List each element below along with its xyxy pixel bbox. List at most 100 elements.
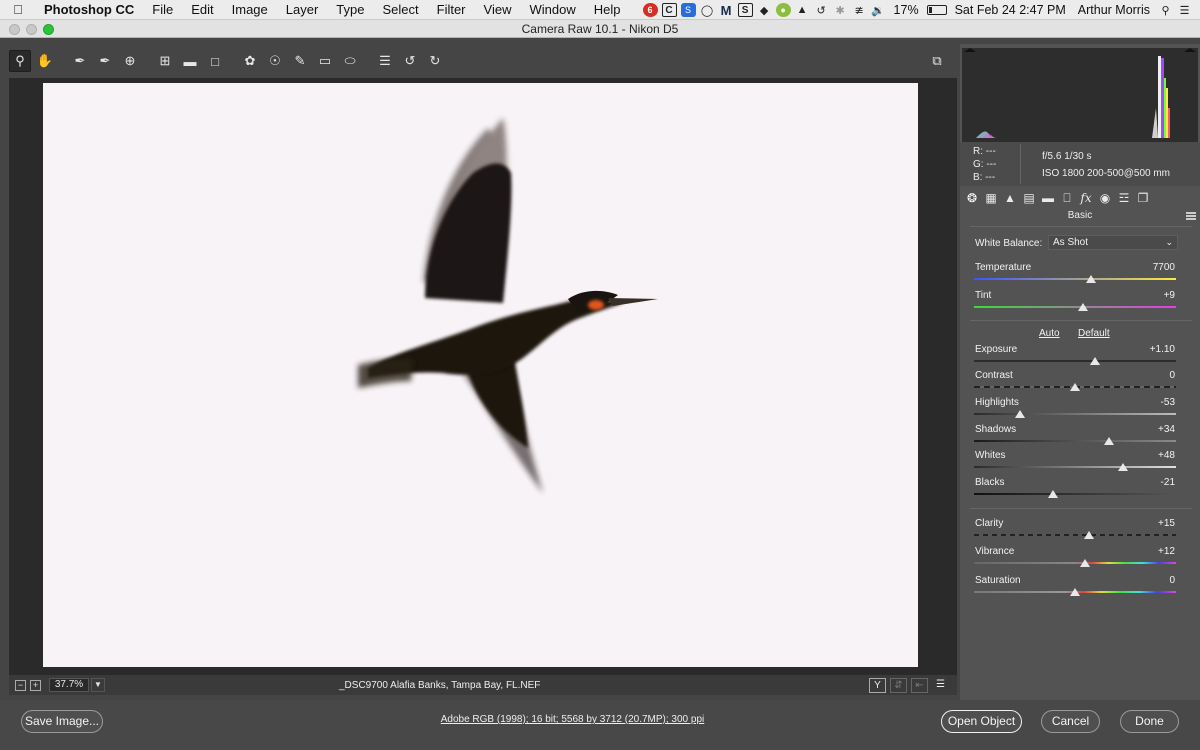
close-window-button[interactable]	[9, 24, 20, 35]
spotlight-search-icon[interactable]: ⚲	[1158, 3, 1173, 17]
snapshots-tab-icon[interactable]: ❐	[1135, 190, 1151, 206]
red-eye-removal-tool-icon[interactable]: ☉	[264, 50, 286, 72]
exposure-value[interactable]: +1.10	[1135, 344, 1175, 355]
whites-value[interactable]: +48	[1135, 450, 1175, 461]
saturation-slider-handle[interactable]	[1070, 588, 1080, 596]
menu-image[interactable]: Image	[223, 0, 277, 20]
exposure-track[interactable]	[974, 360, 1176, 362]
color-sampler-tool-icon[interactable]: ✒	[94, 50, 116, 72]
shadows-value[interactable]: +34	[1135, 424, 1175, 435]
menu-edit[interactable]: Edit	[182, 0, 222, 20]
dropbox-icon[interactable]: ◆	[757, 3, 772, 17]
white-balance-tool-icon[interactable]: ✒	[69, 50, 91, 72]
default-button[interactable]: Default	[1078, 328, 1110, 339]
evernote-icon[interactable]: ●	[775, 3, 791, 17]
clarity-value[interactable]: +15	[1135, 518, 1175, 529]
lens-corrections-tab-icon[interactable]: ⎕	[1059, 190, 1075, 206]
time-machine-icon[interactable]: ↺	[814, 3, 829, 17]
swap-before-after-icon[interactable]: ⇵	[890, 677, 907, 693]
clarity-slider-handle[interactable]	[1084, 531, 1095, 539]
c-app-icon[interactable]: C	[661, 3, 677, 17]
saturation-value[interactable]: 0	[1135, 575, 1175, 586]
clarity-track[interactable]	[974, 534, 1176, 536]
panel-menu-icon[interactable]	[1186, 212, 1196, 220]
photo-preview[interactable]	[43, 83, 918, 667]
tint-track[interactable]	[974, 306, 1176, 308]
tint-slider-handle[interactable]	[1078, 303, 1089, 311]
zoom-tool-icon[interactable]: ⚲	[9, 50, 31, 72]
auto-button[interactable]: Auto	[1039, 328, 1060, 339]
malwarebytes-icon[interactable]: M	[719, 3, 734, 18]
notification-center-icon[interactable]: ☰	[1177, 3, 1192, 17]
menu-file[interactable]: File	[143, 0, 182, 20]
zoom-window-button[interactable]	[43, 24, 54, 35]
notification-badge-icon[interactable]: 6	[642, 3, 658, 17]
highlights-value[interactable]: -53	[1135, 397, 1175, 408]
menu-window[interactable]: Window	[520, 0, 584, 20]
s-app-icon[interactable]: S	[680, 3, 696, 17]
graduated-filter-icon[interactable]: ▭	[314, 50, 336, 72]
transform-tool-icon[interactable]: □	[204, 50, 226, 72]
fullscreen-toggle-icon[interactable]: ⧉	[926, 50, 948, 72]
battery-icon[interactable]	[926, 5, 947, 15]
basic-tab-icon[interactable]: ❂	[964, 190, 980, 206]
targeted-adjustment-tool-icon[interactable]: ⊕	[119, 50, 141, 72]
rotate-cw-icon[interactable]: ↻	[424, 50, 446, 72]
tone-curve-tab-icon[interactable]: ▦	[983, 190, 999, 206]
split-toning-tab-icon[interactable]: ▬	[1040, 190, 1056, 206]
wifi-icon[interactable]: ≇	[852, 3, 867, 17]
preferences-icon[interactable]: ☰	[374, 50, 396, 72]
menu-select[interactable]: Select	[373, 0, 427, 20]
zoom-out-button[interactable]: −	[15, 679, 26, 691]
straighten-tool-icon[interactable]: ▬	[179, 50, 201, 72]
rotate-ccw-icon[interactable]: ↺	[399, 50, 421, 72]
vibrance-value[interactable]: +12	[1135, 546, 1175, 557]
temperature-slider-handle[interactable]	[1086, 275, 1097, 283]
copy-settings-icon[interactable]: ⇤	[911, 677, 928, 693]
cancel-button[interactable]: Cancel	[1041, 710, 1100, 733]
temperature-value[interactable]: 7700	[1135, 262, 1175, 273]
google-drive-icon[interactable]: ▲	[795, 3, 810, 17]
user-name[interactable]: Arthur Morris	[1074, 3, 1154, 17]
presets-tab-icon[interactable]: ☲	[1116, 190, 1132, 206]
white-balance-select[interactable]: As Shot ⌄	[1048, 235, 1178, 250]
menu-app[interactable]: Photoshop CC	[36, 0, 143, 20]
zoom-dropdown-icon[interactable]: ▼	[91, 678, 105, 692]
done-button[interactable]: Done	[1120, 710, 1179, 733]
volume-icon[interactable]: 🔉	[871, 3, 886, 17]
contrast-slider-handle[interactable]	[1070, 383, 1080, 391]
zoom-level-field[interactable]: 37.7%	[49, 678, 89, 692]
contrast-value[interactable]: 0	[1135, 370, 1175, 381]
hand-tool-icon[interactable]: ✋	[34, 50, 56, 72]
open-object-button[interactable]: Open Object	[941, 710, 1022, 733]
blacks-track[interactable]	[974, 493, 1176, 495]
menu-filter[interactable]: Filter	[428, 0, 475, 20]
toggle-settings-icon[interactable]: ☰	[932, 678, 949, 693]
crop-tool-icon[interactable]: ⊞	[154, 50, 176, 72]
whites-slider-handle[interactable]	[1118, 463, 1129, 471]
blacks-slider-handle[interactable]	[1047, 490, 1058, 498]
minimize-window-button[interactable]	[26, 24, 37, 35]
highlights-track[interactable]	[974, 413, 1176, 415]
menu-type[interactable]: Type	[327, 0, 373, 20]
effects-tab-icon[interactable]: fx	[1078, 190, 1094, 206]
zoom-in-button[interactable]: +	[30, 679, 41, 691]
before-after-toggle-icon[interactable]: Y	[869, 677, 886, 693]
menu-layer[interactable]: Layer	[277, 0, 328, 20]
blacks-value[interactable]: -21	[1135, 477, 1175, 488]
camera-calibration-tab-icon[interactable]: ◉	[1097, 190, 1113, 206]
tint-value[interactable]: +9	[1135, 290, 1175, 301]
highlights-slider-handle[interactable]	[1015, 410, 1026, 418]
browser-icon[interactable]: ◯	[700, 3, 715, 17]
vibrance-slider-handle[interactable]	[1080, 559, 1091, 567]
clock[interactable]: Sat Feb 24 2:47 PM	[951, 3, 1070, 17]
radial-filter-icon[interactable]: ⬭	[339, 50, 361, 72]
vibrance-track[interactable]	[974, 562, 1176, 564]
hsl-tab-icon[interactable]: ▤	[1021, 190, 1037, 206]
shadows-track[interactable]	[974, 440, 1176, 442]
spot-removal-tool-icon[interactable]: ✿	[239, 50, 261, 72]
apple-menu-icon[interactable]: 	[0, 2, 36, 17]
detail-tab-icon[interactable]: ▲	[1002, 190, 1018, 206]
menu-view[interactable]: View	[475, 0, 521, 20]
menu-help[interactable]: Help	[585, 0, 630, 20]
